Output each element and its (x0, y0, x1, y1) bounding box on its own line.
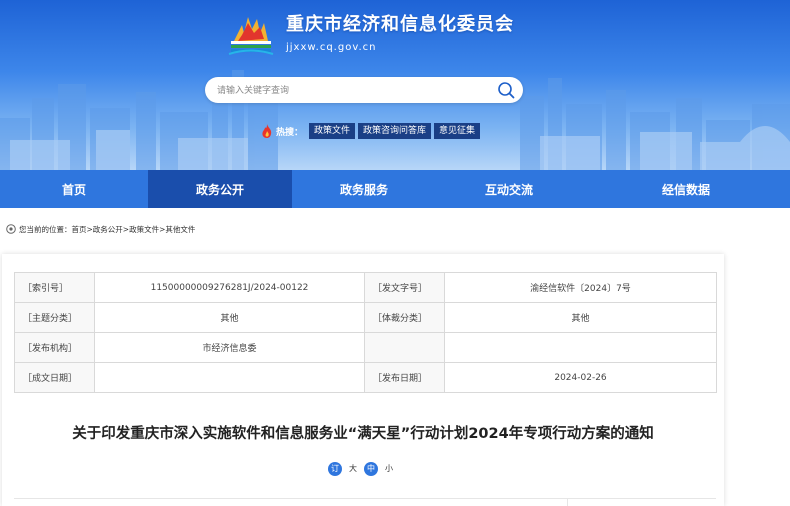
main-nav: 首页 政务公开 政务服务 互动交流 经信数据 (0, 170, 790, 208)
font-size-option-small[interactable]: 小 (382, 462, 396, 476)
nav-item-interaction[interactable]: 互动交流 (436, 170, 582, 208)
topic-category-label: ［主题分类］ (14, 302, 95, 333)
hot-tag-policy-qa[interactable]: 政策咨询问答库 (358, 123, 432, 139)
hot-search-row: 热搜： 政策文件 政策咨询问答库 意见征集 (261, 123, 483, 139)
issuing-agency-value: 市经济信息委 (94, 332, 365, 363)
index-number-label: ［索引号］ (14, 272, 95, 303)
breadcrumb-home[interactable]: 首页 (72, 224, 87, 235)
site-domain: jjxxw.cq.gov.cn (286, 42, 377, 53)
publish-date-value: 2024-02-26 (444, 362, 717, 393)
site-logo[interactable]: 重庆市经济和信息化委员会 jjxxw.cq.gov.cn (224, 10, 514, 58)
empty-label (364, 332, 445, 363)
topic-category-value: 其他 (94, 302, 365, 333)
table-row: ［主题分类］ 其他 ［体裁分类］ 其他 (14, 302, 717, 333)
content-divider-mark (567, 498, 568, 506)
flame-icon (262, 124, 272, 138)
table-row: ［发布机构］ 市经济信息委 (14, 332, 717, 363)
document-number-value: 渝经信软件〔2024〕7号 (444, 272, 717, 303)
document-number-label: ［发文字号］ (364, 272, 445, 303)
content-divider (14, 498, 716, 499)
document-title: 关于印发重庆市深入实施软件和信息服务业“满天星”行动计划2024年专项行动方案的… (72, 426, 654, 442)
hot-search-label: 热搜： (276, 127, 304, 138)
written-date-label: ［成文日期］ (14, 362, 95, 393)
empty-value (444, 332, 717, 363)
nav-item-home[interactable]: 首页 (0, 170, 148, 208)
breadcrumb-government-affairs-open[interactable]: 政务公开 (93, 224, 123, 235)
font-size-selector: 订 大 中 小 (328, 462, 400, 476)
font-size-option-large[interactable]: 大 (346, 462, 360, 476)
location-pin-icon (6, 224, 16, 234)
document-metadata-table: ［索引号］ 11500000009276281J/2024-00122 ［发文字… (14, 272, 717, 393)
index-number-value: 11500000009276281J/2024-00122 (94, 272, 365, 303)
nav-item-government-affairs-open[interactable]: 政务公开 (148, 170, 292, 208)
hot-tag-policy-docs[interactable]: 政策文件 (309, 123, 356, 139)
search-icon[interactable] (497, 81, 515, 99)
hot-tag-consultation[interactable]: 意见征集 (434, 123, 481, 139)
breadcrumb-other-docs[interactable]: 其他文件 (165, 224, 195, 235)
nav-item-government-services[interactable]: 政务服务 (292, 170, 436, 208)
search-box (205, 77, 523, 103)
document-panel: ［索引号］ 11500000009276281J/2024-00122 ［发文字… (2, 254, 724, 506)
logo-icon (228, 17, 274, 55)
search-input[interactable] (217, 81, 487, 99)
site-header: 重庆市经济和信息化委员会 jjxxw.cq.gov.cn 热搜： 政策文件 政策… (0, 0, 790, 170)
breadcrumb-prefix: 您当前的位置： (19, 224, 72, 234)
breadcrumb-policy-docs[interactable]: 政策文件 (129, 224, 159, 235)
issuing-agency-label: ［发布机构］ (14, 332, 95, 363)
publish-date-label: ［发布日期］ (364, 362, 445, 393)
genre-category-label: ［体裁分类］ (364, 302, 445, 333)
font-size-option-medium[interactable]: 中 (364, 462, 378, 476)
written-date-value (94, 362, 365, 393)
table-row: ［成文日期］ ［发布日期］ 2024-02-26 (14, 362, 717, 393)
table-row: ［索引号］ 11500000009276281J/2024-00122 ［发文字… (14, 272, 717, 303)
genre-category-value: 其他 (444, 302, 717, 333)
nav-item-economic-data[interactable]: 经信数据 (582, 170, 790, 208)
site-name: 重庆市经济和信息化委员会 (286, 14, 514, 35)
font-size-option-subscribe[interactable]: 订 (328, 462, 342, 476)
breadcrumb: 您当前的位置： 首页 > 政务公开 > 政策文件 > 其他文件 (6, 221, 195, 237)
